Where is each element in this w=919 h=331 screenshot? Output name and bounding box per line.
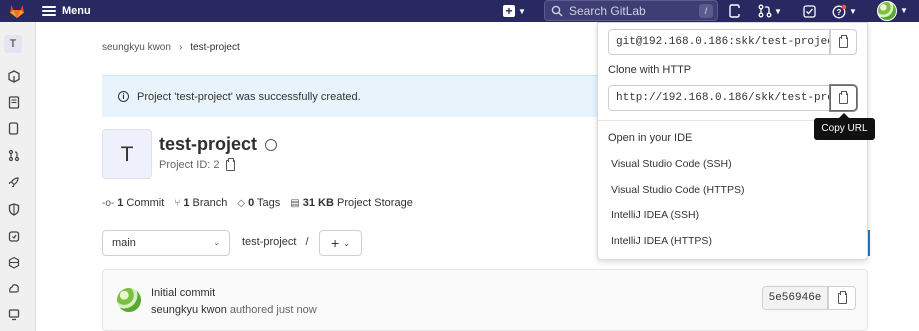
ssh-url-field[interactable]: git@192.168.0.186:skk/test-project.git	[608, 29, 830, 55]
path-project[interactable]: test-project	[242, 236, 296, 248]
alert-message: Project 'test-project' was successfully …	[137, 90, 361, 103]
left-sidebar: T	[0, 22, 36, 331]
commit-authored-text: authored just now	[229, 304, 317, 316]
project-name: test-project	[159, 134, 258, 154]
commit-author-avatar[interactable]	[117, 288, 141, 312]
copy-ssh-url-button[interactable]	[830, 29, 857, 55]
ide-section-header: Open in your IDE	[608, 132, 693, 144]
last-commit-panel: Initial commit seungkyu kwon authored ju…	[102, 269, 868, 331]
top-navbar: Menu + ▼ Search GitLab / ▼ ? ▼ ▼	[0, 0, 919, 22]
search-placeholder: Search GitLab	[569, 3, 646, 18]
project-avatar: T	[102, 129, 152, 179]
breadcrumb-separator-icon: ›	[178, 42, 183, 53]
plus-icon: +	[331, 235, 340, 251]
commit-title[interactable]: Initial commit	[151, 287, 215, 299]
ide-item-intellij-ssh[interactable]: IntelliJ IDEA (SSH)	[611, 209, 699, 221]
branch-selector-value: main	[112, 237, 136, 249]
commit-sha[interactable]: 5e56946e	[762, 286, 828, 310]
merge-requests-icon[interactable]: ▼	[758, 3, 782, 19]
cicd-rocket-icon[interactable]	[7, 176, 21, 190]
todo-icon[interactable]	[803, 3, 816, 19]
ide-item-vscode-https[interactable]: Visual Studio Code (HTTPS)	[611, 184, 744, 196]
repository-path: test-project /	[242, 236, 309, 248]
path-separator: /	[305, 236, 309, 248]
commit-icon: -o-	[102, 198, 115, 209]
tags-stat[interactable]: ◇ 0 Tags	[237, 197, 280, 209]
issues-icon[interactable]	[7, 122, 21, 136]
issues-icon[interactable]	[729, 3, 741, 19]
copy-project-id-icon[interactable]	[225, 157, 235, 171]
packages-icon[interactable]	[7, 256, 21, 270]
new-dropdown-button[interactable]: + ▼	[503, 3, 533, 19]
copy-sha-button[interactable]	[828, 286, 856, 310]
commit-meta: seungkyu kwon authored just now	[151, 304, 317, 316]
chevron-down-icon: ▼	[518, 6, 526, 16]
breadcrumb-group[interactable]: seungkyu kwon	[102, 42, 171, 53]
sidebar-project-avatar[interactable]: T	[4, 35, 22, 53]
chevron-down-icon: ▼	[849, 6, 857, 16]
copy-http-url-button[interactable]	[830, 85, 857, 111]
copy-icon	[837, 290, 847, 304]
branch-icon: ⑂	[174, 198, 181, 209]
copy-icon	[839, 34, 848, 48]
svg-text:?: ?	[837, 8, 842, 17]
menu-button[interactable]: Menu	[42, 2, 91, 20]
ide-item-intellij-https[interactable]: IntelliJ IDEA (HTTPS)	[611, 235, 712, 247]
security-shield-icon[interactable]	[7, 203, 21, 217]
chevron-down-icon: ⌄	[343, 238, 350, 248]
chevron-down-icon[interactable]: ▼	[900, 6, 908, 15]
menu-label: Menu	[62, 5, 91, 17]
plus-icon: +	[503, 5, 515, 17]
infrastructure-icon[interactable]	[7, 282, 21, 296]
add-to-tree-button[interactable]: + ⌄	[319, 230, 362, 256]
success-alert: i Project 'test-project' was successfull…	[102, 75, 602, 117]
copy-url-tooltip: Copy URL	[814, 113, 875, 140]
http-url-field[interactable]: http://192.168.0.186/skk/test-project.gi…	[608, 85, 830, 111]
ide-item-vscode-ssh[interactable]: Visual Studio Code (SSH)	[611, 158, 732, 170]
repository-icon[interactable]	[7, 96, 21, 110]
page-title: test-project	[159, 134, 278, 155]
storage-stat[interactable]: ▤ 31 KB Project Storage	[290, 197, 413, 209]
gitlab-logo-icon[interactable]	[9, 3, 25, 19]
breadcrumb-project[interactable]: test-project	[190, 42, 239, 53]
project-stats: -o- 1 Commit ⑂ 1 Branch ◇ 0 Tags ▤ 31 KB Pro…	[102, 197, 413, 209]
project-overview-icon[interactable]	[7, 70, 21, 84]
clone-dropdown: git@192.168.0.186:skk/test-project.git C…	[597, 22, 869, 260]
search-input[interactable]: Search GitLab /	[544, 0, 718, 21]
hamburger-icon	[42, 6, 56, 16]
project-id-label: Project ID: 2	[159, 159, 220, 171]
public-globe-icon	[265, 138, 278, 151]
monitor-icon[interactable]	[7, 308, 21, 322]
help-icon[interactable]: ? ▼	[832, 3, 857, 19]
tag-icon: ◇	[237, 198, 246, 209]
branch-selector[interactable]: main ⌄	[102, 230, 230, 256]
commit-author[interactable]: seungkyu kwon	[151, 304, 227, 316]
info-icon: i	[118, 91, 129, 102]
chevron-down-icon: ▼	[774, 6, 782, 16]
user-avatar[interactable]	[877, 1, 897, 21]
project-id: Project ID: 2	[159, 157, 235, 171]
http-clone-label: Clone with HTTP	[608, 64, 692, 76]
commits-stat[interactable]: -o- 1 Commit	[102, 197, 164, 209]
merge-requests-icon[interactable]	[7, 149, 21, 163]
chevron-down-icon: ⌄	[213, 238, 220, 247]
http-url-row: http://192.168.0.186/skk/test-project.gi…	[608, 85, 858, 111]
branches-stat[interactable]: ⑂ 1 Branch	[174, 197, 227, 209]
copy-icon	[839, 90, 848, 104]
deployments-icon[interactable]	[7, 230, 21, 244]
search-shortcut-badge: /	[699, 4, 713, 18]
storage-icon: ▤	[290, 198, 300, 209]
search-icon	[551, 5, 563, 16]
breadcrumb: seungkyu kwon › test-project	[102, 42, 240, 53]
ssh-url-row: git@192.168.0.186:skk/test-project.git	[608, 29, 858, 55]
